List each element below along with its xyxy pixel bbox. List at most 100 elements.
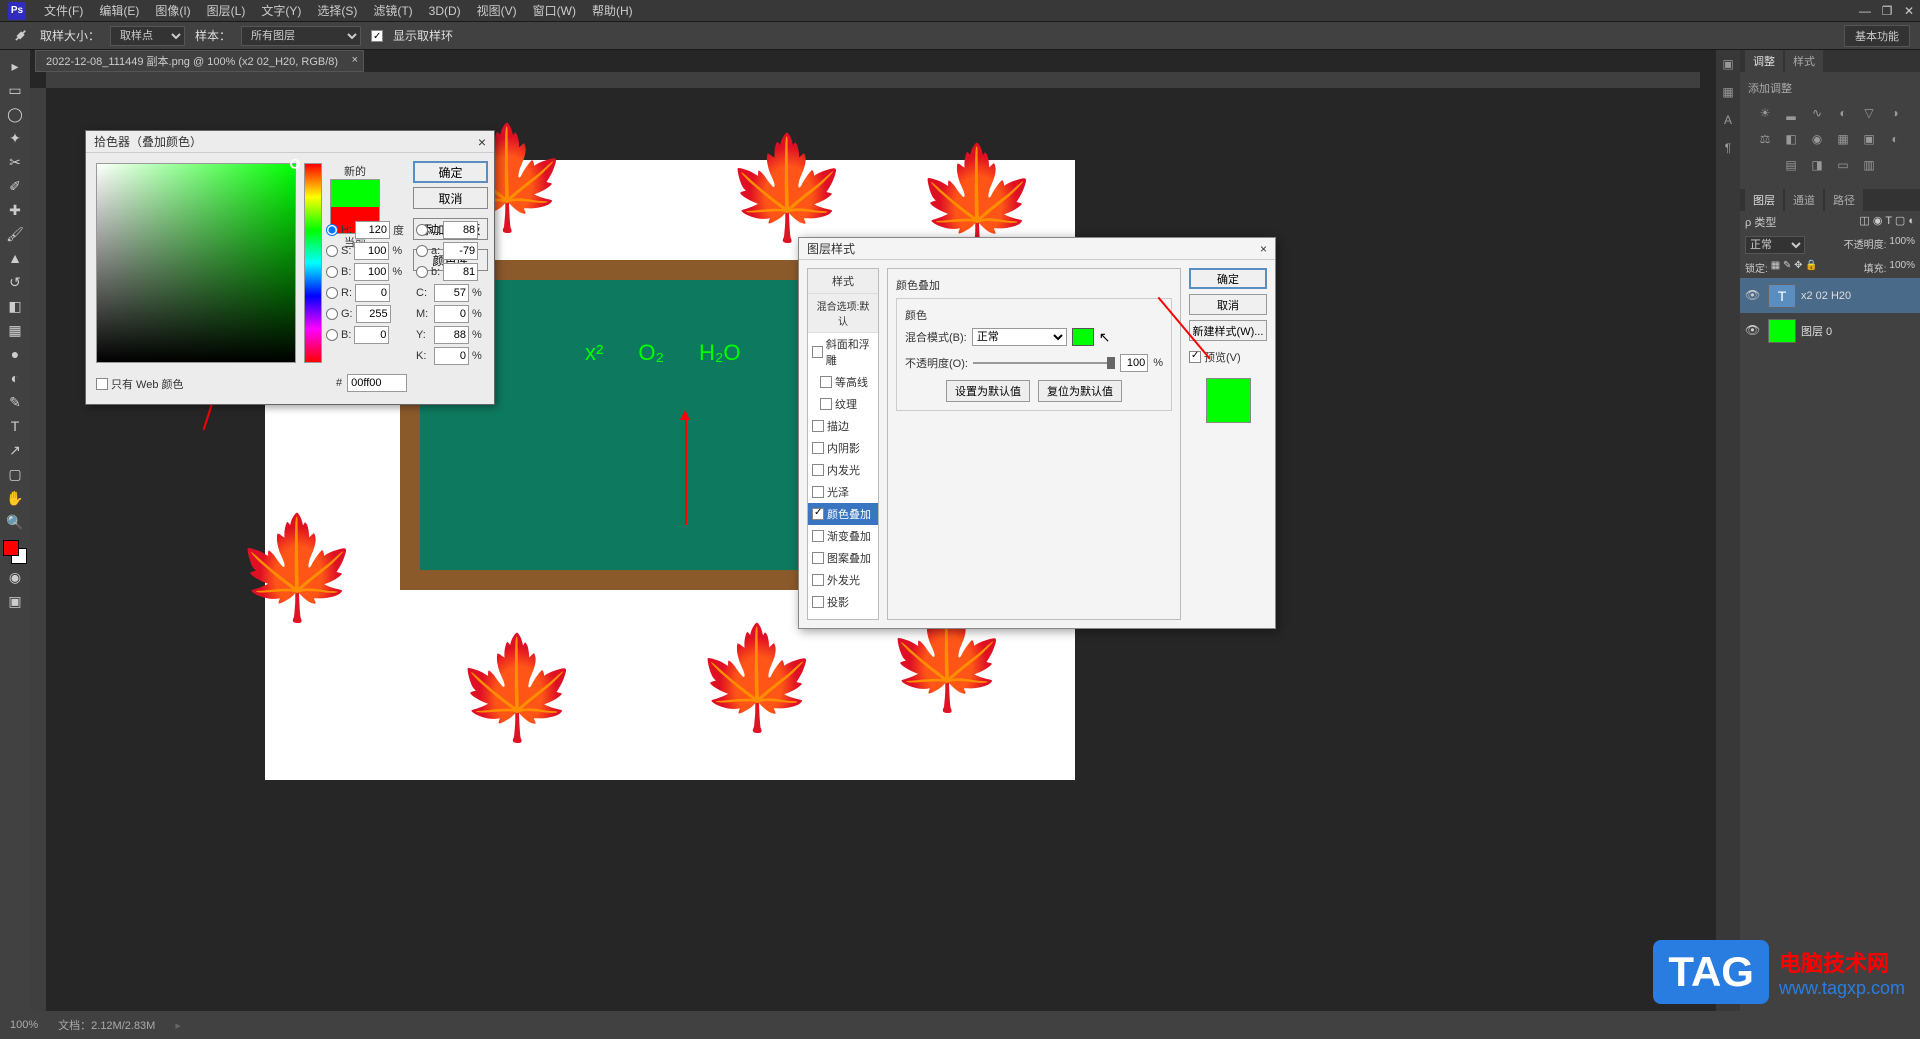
mixer-icon[interactable]: ▦ (1834, 130, 1852, 148)
ok-button[interactable]: 确定 (1189, 268, 1267, 289)
color-marker[interactable] (290, 159, 300, 169)
eyedropper-tool-icon[interactable]: ✐ (2, 175, 28, 197)
screenmode-icon[interactable]: ▣ (2, 590, 28, 612)
minimize-icon[interactable]: — (1854, 1, 1876, 21)
cancel-button[interactable]: 取消 (1189, 294, 1267, 315)
menu-file[interactable]: 文件(F) (36, 2, 91, 19)
lab-b-input[interactable] (443, 263, 478, 281)
sel-icon[interactable]: ▥ (1860, 156, 1878, 174)
layers-tab[interactable]: 图层 (1745, 189, 1783, 211)
preview-checkbox[interactable] (1189, 351, 1201, 363)
dodge-tool-icon[interactable]: ◐ (2, 367, 28, 389)
brush-tool-icon[interactable]: 🖌 (2, 223, 28, 245)
workspace-button[interactable]: 基本功能 (1844, 25, 1910, 47)
style-inner-shadow[interactable]: 内阴影 (808, 437, 878, 459)
menu-window[interactable]: 窗口(W) (525, 2, 584, 19)
history-panel-icon[interactable]: ▣ (1719, 55, 1737, 73)
style-outer-glow[interactable]: 外发光 (808, 569, 878, 591)
k-input[interactable] (434, 347, 469, 365)
shape-tool-icon[interactable]: ▢ (2, 463, 28, 485)
heal-tool-icon[interactable]: ✚ (2, 199, 28, 221)
g-input[interactable] (356, 305, 391, 323)
menu-3d[interactable]: 3D(D) (421, 4, 469, 18)
g-radio[interactable] (326, 308, 338, 320)
overlay-color-swatch[interactable] (1072, 328, 1094, 346)
layer-row[interactable]: 👁 图层 0 (1740, 313, 1920, 348)
m-input[interactable] (434, 305, 469, 323)
styles-tab[interactable]: 样式 (1785, 50, 1823, 72)
blend-mode-select[interactable]: 正常 (972, 328, 1067, 346)
style-inner-glow[interactable]: 内发光 (808, 459, 878, 481)
zoom-tool-icon[interactable]: 🔍 (2, 511, 28, 533)
styles-header[interactable]: 样式 (808, 269, 878, 294)
close-icon[interactable]: × (478, 134, 486, 150)
style-satin[interactable]: 光泽 (808, 481, 878, 503)
new-style-button[interactable]: 新建样式(W)... (1189, 320, 1267, 341)
visibility-icon[interactable]: 👁 (1745, 288, 1760, 303)
sample-size-select[interactable]: 取样点 (110, 26, 185, 46)
menu-help[interactable]: 帮助(H) (584, 2, 641, 19)
exposure-icon[interactable]: ◐ (1834, 104, 1852, 122)
hue-slider[interactable] (304, 163, 322, 363)
curves-icon[interactable]: ∿ (1808, 104, 1826, 122)
lookup-icon[interactable]: ▣ (1860, 130, 1878, 148)
invert-icon[interactable]: ◐ (1886, 130, 1904, 148)
b-input[interactable] (354, 263, 389, 281)
menu-type[interactable]: 文字(Y) (253, 2, 309, 19)
history-brush-tool-icon[interactable]: ↺ (2, 271, 28, 293)
fg-color-swatch[interactable] (3, 540, 19, 556)
show-ring-checkbox[interactable] (371, 30, 383, 42)
style-contour[interactable]: 等高线 (808, 371, 878, 393)
thresh-icon[interactable]: ◨ (1808, 156, 1826, 174)
blend-mode-select[interactable]: 正常 (1745, 236, 1805, 254)
r-input[interactable] (355, 284, 390, 302)
l-input[interactable] (443, 221, 478, 239)
bal-icon[interactable]: ⚖ (1756, 130, 1774, 148)
paths-tab[interactable]: 路径 (1825, 189, 1863, 211)
fill-value[interactable]: 100% (1889, 260, 1915, 275)
ok-button[interactable]: 确定 (413, 161, 488, 183)
layer-row[interactable]: 👁 T x2 02 H20 (1740, 278, 1920, 313)
opacity-value[interactable]: 100% (1889, 236, 1915, 254)
stamp-tool-icon[interactable]: ▲ (2, 247, 28, 269)
blend-header[interactable]: 混合选项:默认 (808, 294, 878, 333)
poster-icon[interactable]: ▤ (1782, 156, 1800, 174)
bv-radio[interactable] (326, 329, 338, 341)
vibrance-icon[interactable]: ▽ (1860, 104, 1878, 122)
s-radio[interactable] (326, 245, 338, 257)
hand-tool-icon[interactable]: ✋ (2, 487, 28, 509)
pen-tool-icon[interactable]: ✎ (2, 391, 28, 413)
reset-default-button[interactable]: 复位为默认值 (1038, 380, 1122, 402)
close-icon[interactable]: × (1260, 242, 1267, 256)
style-bevel[interactable]: 斜面和浮雕 (808, 333, 878, 371)
web-only-checkbox[interactable] (96, 378, 108, 390)
lab-b-radio[interactable] (416, 266, 428, 278)
color-swatches[interactable] (3, 540, 27, 564)
menu-image[interactable]: 图像(I) (147, 2, 198, 19)
photo-icon[interactable]: ◉ (1808, 130, 1826, 148)
zoom-level[interactable]: 100% (10, 1019, 38, 1031)
crop-tool-icon[interactable]: ✂ (2, 151, 28, 173)
menu-view[interactable]: 视图(V) (469, 2, 525, 19)
channels-tab[interactable]: 通道 (1785, 189, 1823, 211)
hue-icon[interactable]: ◑ (1886, 104, 1904, 122)
l-radio[interactable] (416, 224, 428, 236)
bw-icon[interactable]: ◧ (1782, 130, 1800, 148)
opacity-input[interactable] (1120, 354, 1148, 372)
hex-input[interactable] (347, 374, 407, 392)
c-input[interactable] (434, 284, 469, 302)
swatches-panel-icon[interactable]: ▦ (1719, 83, 1737, 101)
r-radio[interactable] (326, 287, 338, 299)
style-pattern-overlay[interactable]: 图案叠加 (808, 547, 878, 569)
lasso-tool-icon[interactable]: ◯ (2, 103, 28, 125)
layer-name[interactable]: 图层 0 (1801, 323, 1832, 339)
document-tab[interactable]: 2022-12-08_111449 副本.png @ 100% (x2 02_H… (35, 50, 364, 72)
color-gradient[interactable] (96, 163, 296, 363)
menu-layer[interactable]: 图层(L) (199, 2, 254, 19)
y-input[interactable] (434, 326, 469, 344)
grad-icon[interactable]: ▭ (1834, 156, 1852, 174)
close-icon[interactable]: ✕ (1898, 1, 1920, 21)
style-drop-shadow[interactable]: 投影 (808, 591, 878, 613)
move-tool-icon[interactable]: ▸ (2, 55, 28, 77)
maximize-icon[interactable]: ❐ (1876, 1, 1898, 21)
